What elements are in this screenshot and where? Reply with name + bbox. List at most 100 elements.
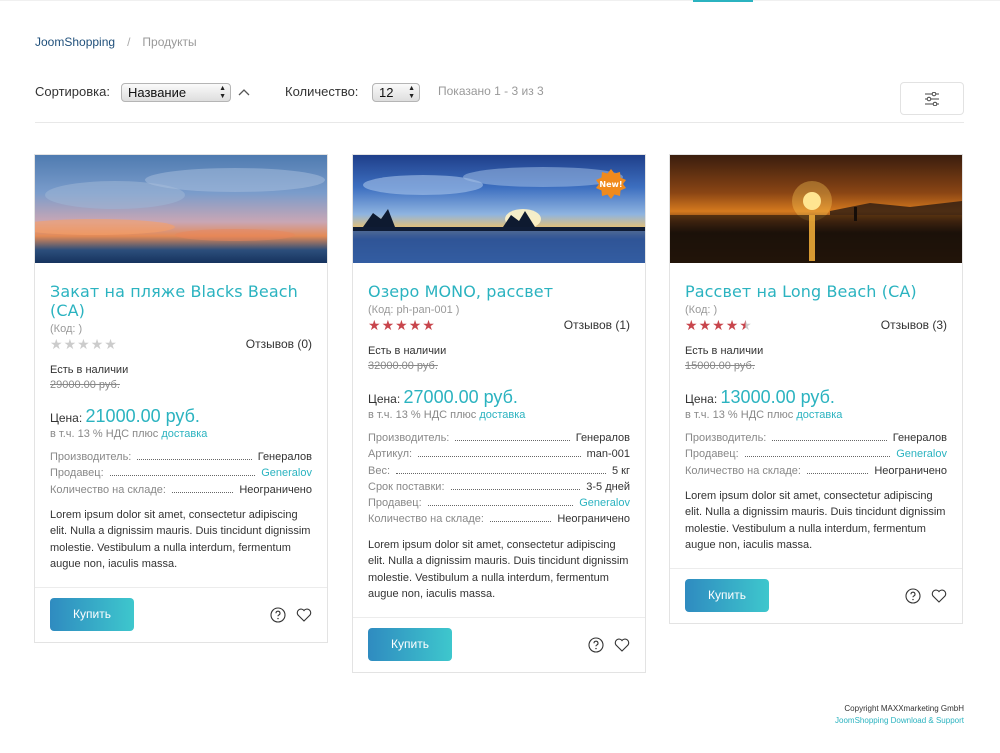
dotted-leader xyxy=(396,466,606,474)
attribute-row: Срок поставки: 3-5 дней xyxy=(368,481,630,497)
attribute-row: Вес: 5 кг xyxy=(368,465,630,481)
old-price: 32000.00 руб. xyxy=(368,360,438,372)
breadcrumb-current: Продукты xyxy=(142,35,197,49)
attribute-value: Генералов xyxy=(257,451,312,463)
new-badge-text: New! xyxy=(599,180,622,189)
buy-button[interactable]: Купить xyxy=(685,578,769,612)
star-icon: ★ xyxy=(698,317,712,333)
product-code: (Код: ph-pan-001 ) xyxy=(368,304,460,316)
heart-icon[interactable] xyxy=(614,638,630,657)
old-price: 29000.00 руб. xyxy=(50,379,120,391)
dotted-leader xyxy=(455,433,570,441)
dotted-leader xyxy=(806,466,869,474)
attribute-value: Генералов xyxy=(892,432,947,444)
attribute-value: Генералов xyxy=(575,432,630,444)
rating-stars: ★ ★ ★ ★ ★ xyxy=(50,337,117,351)
breadcrumb-separator: / xyxy=(127,35,131,49)
dotted-leader xyxy=(744,449,891,458)
select-arrows-icon: ▲ ▼ xyxy=(219,85,226,100)
attribute-value: 3-5 дней xyxy=(586,480,630,493)
heart-icon[interactable] xyxy=(296,608,312,627)
heart-icon[interactable] xyxy=(931,589,947,608)
sort-select[interactable]: Название ▲ ▼ xyxy=(121,83,231,102)
product-image[interactable]: New! xyxy=(353,155,645,263)
star-icon: ★ xyxy=(63,336,77,352)
support-link[interactable]: JoomShopping Download & Support xyxy=(835,715,964,727)
reviews-count[interactable]: Отзывов (0) xyxy=(246,337,312,351)
star-icon: ★ xyxy=(50,336,63,352)
product-description: Lorem ipsum dolor sit amet, consectetur … xyxy=(368,538,629,601)
stock-status: Есть в наличии xyxy=(50,364,129,376)
breadcrumb: JoomShopping / Продукты xyxy=(35,35,197,49)
dotted-leader xyxy=(489,514,552,523)
attribute-row: Количество на складе: Неограничено xyxy=(50,484,312,500)
product-card: Закат на пляже Blacks Beach (CA) (Код: )… xyxy=(34,154,328,643)
product-attributes: Производитель: Генералов Продавец: Generalo… xyxy=(50,451,312,500)
reviews-count[interactable]: Отзывов (3) xyxy=(881,318,947,332)
buy-button[interactable]: Купить xyxy=(368,627,452,661)
question-icon[interactable] xyxy=(588,637,604,658)
price-value: 13000.00 руб. xyxy=(720,387,835,407)
tax-text: в т.ч. 13 % НДС плюс xyxy=(685,409,794,421)
star-icon: ★ xyxy=(395,317,408,333)
attribute-label: Производитель: xyxy=(50,451,132,463)
delivery-link[interactable]: доставка xyxy=(161,428,207,440)
vendor-link[interactable]: Generalov xyxy=(579,497,630,509)
attribute-label: Продавец: xyxy=(368,497,422,510)
star-icon: ★ xyxy=(739,317,752,333)
sliders-icon xyxy=(925,91,939,106)
attribute-value: 5 кг xyxy=(612,464,630,477)
attribute-row: Продавец: Generalov xyxy=(368,497,630,513)
tax-text: в т.ч. 13 % НДС плюс xyxy=(368,409,477,421)
attribute-row: Производитель: Генералов xyxy=(50,451,312,467)
product-description: Lorem ipsum dolor sit amet, consectetur … xyxy=(685,489,946,552)
filter-button[interactable] xyxy=(900,82,964,115)
delivery-link[interactable]: доставка xyxy=(796,409,842,421)
question-icon[interactable] xyxy=(270,607,286,628)
dotted-leader xyxy=(109,468,256,477)
star-icon: ★ xyxy=(90,336,104,352)
old-price: 15000.00 руб. xyxy=(685,360,755,372)
delivery-link[interactable]: доставка xyxy=(479,409,525,421)
product-card: Рассвет на Long Beach (CA) (Код: ) ★ ★ ★ ★ ★… xyxy=(669,154,963,624)
top-border xyxy=(0,0,1000,1)
reviews-count[interactable]: Отзывов (1) xyxy=(564,318,630,332)
count-select-value: 12 xyxy=(379,85,394,100)
product-attributes: Производитель: Генералов Продавец: Generalo… xyxy=(685,432,947,481)
star-icon: ★ xyxy=(381,317,395,333)
price-value: 21000.00 руб. xyxy=(85,406,200,426)
vendor-link[interactable]: Generalov xyxy=(261,467,312,479)
product-name-link[interactable]: Закат на пляже Blacks Beach (CA) xyxy=(50,282,312,320)
price-value: 27000.00 руб. xyxy=(403,387,518,407)
attribute-value: Неограничено xyxy=(874,464,947,477)
stock-status: Есть в наличии xyxy=(368,345,447,357)
attribute-label: Продавец: xyxy=(50,467,104,480)
attribute-label: Количество на складе: xyxy=(368,513,484,526)
copyright-text: Copyright MAXXmarketing GmbH xyxy=(844,704,964,713)
attribute-row: Продавец: Generalov xyxy=(685,448,947,464)
product-name-link[interactable]: Рассвет на Long Beach (CA) xyxy=(685,282,947,301)
breadcrumb-home-link[interactable]: JoomShopping xyxy=(35,35,115,49)
price-label: Цена: xyxy=(50,411,83,425)
attribute-label: Срок поставки: xyxy=(368,480,445,493)
dotted-leader xyxy=(171,485,234,493)
star-icon: ★ xyxy=(712,317,725,333)
product-code: (Код: ) xyxy=(50,323,83,335)
product-name-link[interactable]: Озеро MONO, рассвет xyxy=(368,282,630,301)
dotted-leader xyxy=(137,452,252,460)
product-image[interactable] xyxy=(35,155,327,263)
price-label: Цена: xyxy=(685,392,718,406)
attribute-row: Количество на складе: Неограничено xyxy=(368,513,630,529)
buy-button[interactable]: Купить xyxy=(50,597,134,631)
product-image[interactable] xyxy=(670,155,962,263)
attribute-row: Производитель: Генералов xyxy=(368,432,630,448)
copyright: Copyright MAXXmarketing GmbH JoomShoppin… xyxy=(835,703,964,727)
attribute-row: Производитель: Генералов xyxy=(685,432,947,448)
vendor-link[interactable]: Generalov xyxy=(896,448,947,460)
price-label: Цена: xyxy=(368,392,401,406)
sort-direction-icon[interactable] xyxy=(238,85,250,99)
count-select[interactable]: 12 ▲ ▼ xyxy=(372,83,420,102)
rating-stars: ★ ★ ★ ★ ★ xyxy=(368,318,435,332)
dotted-leader xyxy=(450,482,581,490)
question-icon[interactable] xyxy=(905,588,921,609)
